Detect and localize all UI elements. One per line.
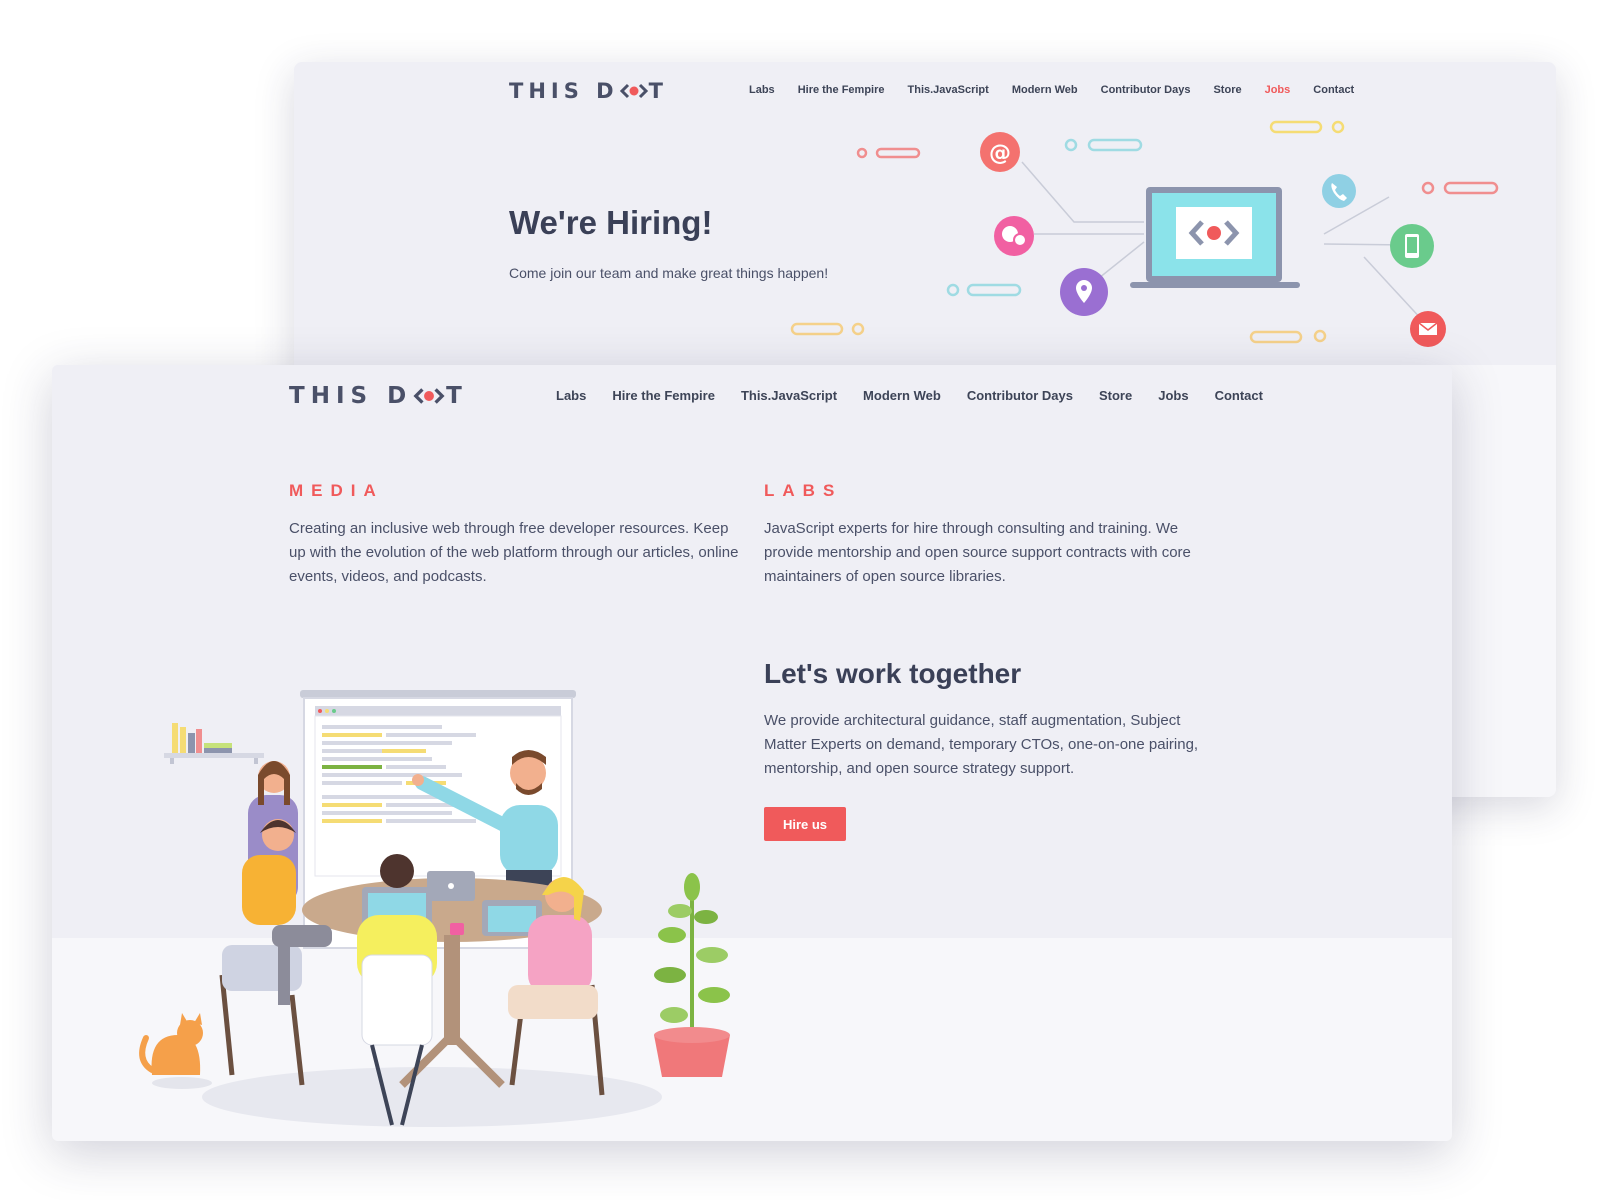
labs-description: JavaScript experts for hire through cons… <box>764 520 1191 585</box>
hire-us-button[interactable]: Hire us <box>764 807 846 841</box>
nav-item-this-javascript[interactable]: This.JavaScript <box>741 388 837 403</box>
front-main-nav: Labs Hire the Fempire This.JavaScript Mo… <box>556 388 1289 403</box>
bookshelf-icon <box>164 723 264 764</box>
nav-item-contact[interactable]: Contact <box>1215 388 1263 403</box>
location-icon <box>1060 268 1108 316</box>
logo[interactable]: THIS D T <box>289 383 468 409</box>
dot-logo-icon <box>619 83 648 99</box>
work-together-description: We provide architectural guidance, staff… <box>764 712 1199 777</box>
media-description: Creating an inclusive web through free d… <box>289 520 739 585</box>
svg-text:@: @ <box>989 141 1011 166</box>
nav-item-labs[interactable]: Labs <box>749 84 775 96</box>
media-heading: MEDIA <box>289 481 384 500</box>
nav-item-jobs[interactable]: Jobs <box>1265 84 1291 96</box>
logo[interactable]: THIS D T <box>509 79 668 103</box>
team-meeting-illustration <box>139 690 730 1127</box>
laptop-icon <box>1130 187 1300 288</box>
plant-icon <box>654 873 730 1077</box>
labs-heading: LABS <box>764 481 843 500</box>
back-main-nav: Labs Hire the Fempire This.JavaScript Mo… <box>749 84 1377 96</box>
cat-icon <box>139 1013 212 1089</box>
nav-item-hire-the-fempire[interactable]: Hire the Fempire <box>798 84 885 96</box>
nav-item-store[interactable]: Store <box>1213 84 1241 96</box>
nav-item-hire-the-fempire[interactable]: Hire the Fempire <box>612 388 715 403</box>
hiring-subtitle: Come join our team and make great things… <box>509 265 829 281</box>
logo-text-left: THIS D <box>509 79 619 103</box>
front-page-window: THIS D T Labs Hire the Fempire This.Java… <box>52 365 1452 1141</box>
mail-icon <box>1410 311 1446 347</box>
chat-icon <box>994 216 1034 256</box>
logo-text-left: THIS D <box>289 383 413 409</box>
nav-item-labs[interactable]: Labs <box>556 388 586 403</box>
at-icon: @ <box>980 132 1020 172</box>
hiring-title: We're Hiring! <box>509 204 713 241</box>
work-together-title: Let's work together <box>764 658 1022 689</box>
mobile-icon <box>1390 224 1434 268</box>
nav-item-contributor-days[interactable]: Contributor Days <box>967 388 1073 403</box>
logo-text-right: T <box>446 383 468 409</box>
nav-item-this-javascript[interactable]: This.JavaScript <box>908 84 989 96</box>
nav-item-modern-web[interactable]: Modern Web <box>863 388 941 403</box>
logo-text-right: T <box>648 79 668 103</box>
hiring-illustration: @ <box>790 120 1499 347</box>
nav-item-contact[interactable]: Contact <box>1313 84 1354 96</box>
nav-item-modern-web[interactable]: Modern Web <box>1012 84 1078 96</box>
nav-item-contributor-days[interactable]: Contributor Days <box>1101 84 1191 96</box>
nav-item-jobs[interactable]: Jobs <box>1158 388 1188 403</box>
dot-logo-icon <box>413 388 445 404</box>
nav-item-store[interactable]: Store <box>1099 388 1132 403</box>
phone-icon <box>1322 174 1356 208</box>
